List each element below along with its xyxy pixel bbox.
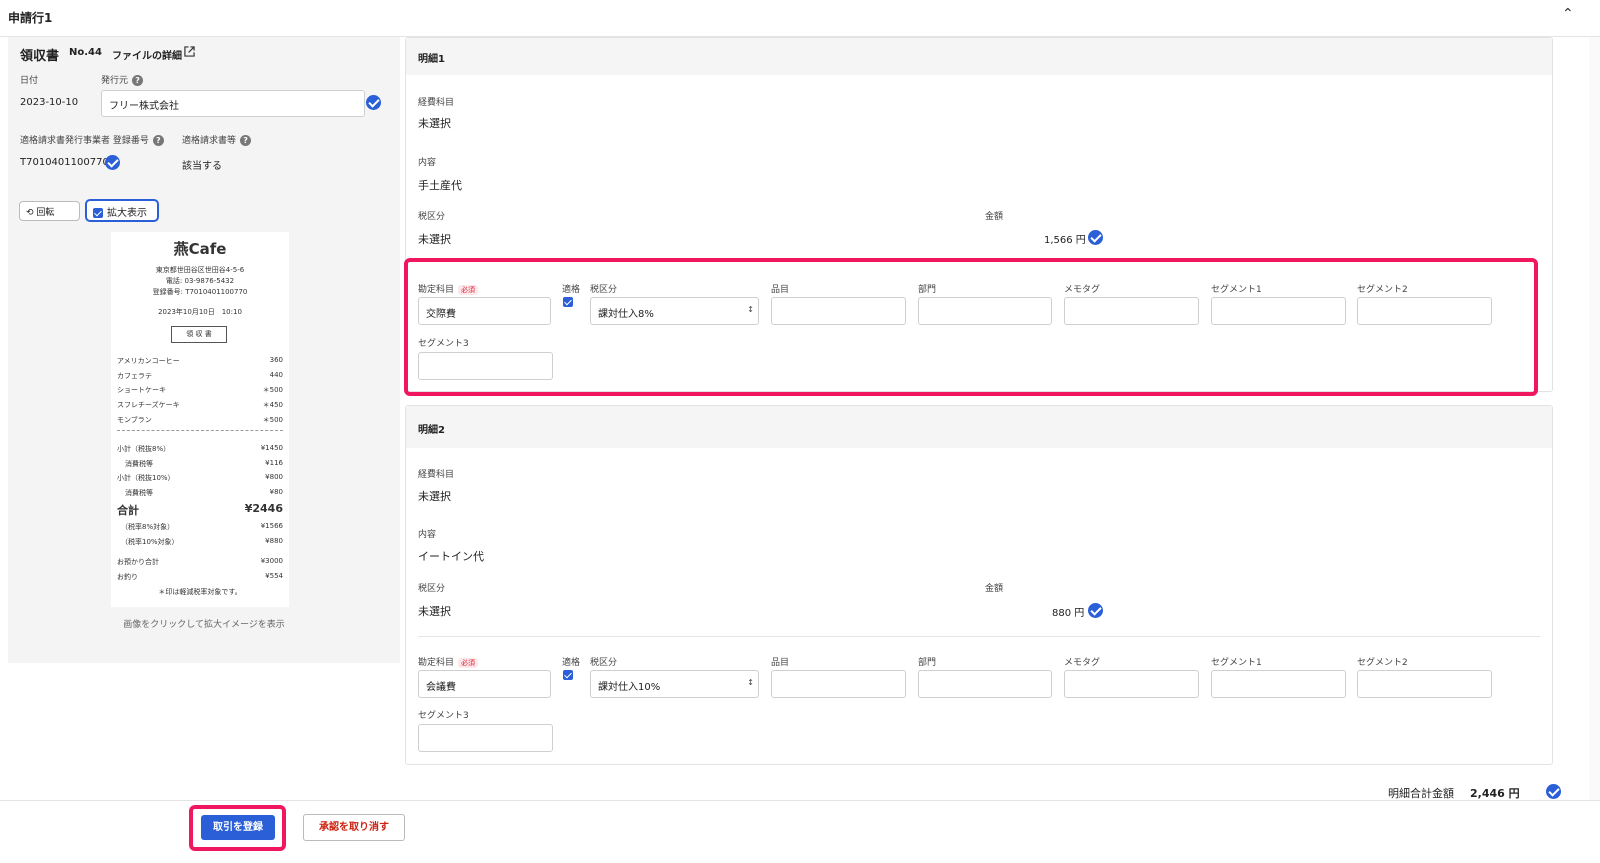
store-address: 東京都世田谷区世田谷4-5-6 (155, 266, 245, 274)
highlight-frame (404, 258, 1538, 396)
verified-check-icon (1546, 784, 1561, 799)
qualified-invoice-value: 該当する (182, 161, 222, 172)
help-icon: ? (132, 75, 144, 86)
seg2-input[interactable] (1357, 670, 1492, 698)
account-label: 勘定科目 必須 (418, 655, 479, 668)
receipt-datetime: 2023年10月10日 10:10 (158, 308, 242, 316)
item-label: 品目 (771, 658, 790, 668)
expense-label: 経費科目 (418, 98, 455, 108)
list-item: モンブラン ＊500 (117, 416, 283, 424)
rate-8-target: （税率8%対象） ¥1566 (121, 522, 283, 531)
rotate-icon: ⟲ (26, 208, 37, 218)
tax-value: 未選択 (418, 605, 451, 618)
section-header: 申請行1 ⌃ (0, 0, 1600, 37)
receipt-image[interactable]: 燕Cafe 東京都世田谷区世田谷4-5-6 電話: 03-9876-5432 登… (111, 232, 289, 607)
store-phone: 電話: 03-9876-5432 (165, 277, 235, 285)
store-reg: 登録番号: T7010401100770 (152, 288, 248, 296)
memo-input[interactable] (1064, 670, 1199, 698)
issuer-label: 発行元? (101, 73, 144, 86)
account-input[interactable]: 会議費 (418, 670, 551, 698)
content-label: 内容 (418, 530, 437, 540)
tax-label: 税区分 (418, 212, 446, 222)
dept-input[interactable] (918, 670, 1052, 698)
image-caption: 画像をクリックして拡大イメージを表示 (123, 620, 285, 630)
verified-check-icon (1088, 603, 1103, 618)
tax-10: 消費税等 ¥80 (125, 488, 283, 497)
store-name: 燕Cafe (173, 240, 227, 258)
help-icon: ? (152, 135, 164, 146)
seg1-input[interactable] (1211, 670, 1346, 698)
receipt-divider (117, 430, 283, 431)
file-detail-link[interactable]: ファイルの詳細 (112, 47, 182, 62)
tax-note: ＊印は軽減税率対象です。 (158, 588, 242, 596)
subtotal-8: 小計（税抜8%） ¥1450 (117, 444, 283, 453)
amount-value: 1,566 円 (1044, 235, 1086, 246)
subtotal-10: 小計（税抜10%） ¥800 (117, 473, 283, 482)
content-value: イートイン代 (418, 550, 484, 563)
divider (418, 636, 1540, 637)
detail-header: 明細2 (406, 406, 1552, 448)
verified-check-icon (105, 155, 120, 170)
taxcat-label: 税区分 (590, 658, 618, 668)
section-title: 申請行1 (8, 11, 53, 25)
rotate-button[interactable]: ⟲ 回転 (19, 201, 80, 221)
paid-total: お預かり合計 ¥3000 (117, 557, 283, 566)
expense-value: 未選択 (418, 490, 451, 503)
doc-number: No.44 (69, 47, 102, 58)
detail-header: 明細1 (406, 38, 1552, 75)
qualified-label: 適格 (562, 658, 581, 668)
external-link-icon[interactable] (184, 46, 195, 57)
detail-card-2: 明細2 経費科目 未選択 内容 イートイン代 税区分 未選択 金額 880 円 … (405, 405, 1553, 765)
scrollbar[interactable] (1589, 37, 1600, 800)
receipt-panel: 領収書 No.44 ファイルの詳細 日付 発行元? 2023-10-10 フリー… (8, 37, 400, 663)
registration-no-value: T7010401100770 (20, 157, 109, 168)
detail-title: 明細1 (418, 54, 445, 65)
expense-label: 経費科目 (418, 470, 455, 480)
list-item: ショートケーキ ＊500 (117, 386, 283, 394)
expense-value: 未選択 (418, 117, 451, 130)
qualified-checkbox[interactable] (563, 670, 573, 680)
date-value: 2023-10-10 (20, 97, 79, 108)
content-label: 内容 (418, 158, 437, 168)
amount-value: 880 円 (1052, 608, 1085, 619)
amount-label: 金額 (985, 584, 1004, 594)
seg1-label: セグメント1 (1211, 658, 1262, 668)
rate-10-target: （税率10%対象） ¥880 (121, 537, 283, 546)
highlight-frame (189, 805, 286, 851)
tax-8: 消費税等 ¥116 (125, 459, 283, 468)
seg3-input[interactable] (418, 724, 553, 752)
date-label: 日付 (20, 76, 39, 86)
taxcat-select[interactable]: 課対仕入10% (590, 670, 759, 698)
doc-type: 領収書 (20, 49, 60, 64)
dept-label: 部門 (918, 658, 937, 668)
receipt-total: 合計 ¥2446 (117, 502, 283, 517)
seg3-label: セグメント3 (418, 711, 469, 721)
registration-no-label: 適格請求書発行事業者 登録番号? (20, 133, 164, 146)
cancel-approval-button[interactable]: 承認を取り消す (303, 814, 405, 841)
qualified-invoice-label: 適格請求書等? (182, 133, 252, 146)
item-input[interactable] (771, 670, 906, 698)
help-icon: ? (240, 135, 252, 146)
chevron-up-icon[interactable]: ⌃ (1562, 6, 1574, 22)
amount-label: 金額 (985, 212, 1004, 222)
list-item: カフェラテ 440 (117, 371, 283, 380)
content-value: 手土産代 (418, 179, 462, 192)
zoom-toggle[interactable]: 拡大表示 (85, 199, 159, 222)
seg2-label: セグメント2 (1357, 658, 1408, 668)
verified-check-icon (366, 95, 381, 110)
tax-value: 未選択 (418, 233, 451, 246)
receipt-box-label: 領 収 書 (171, 326, 227, 343)
memo-label: メモタグ (1064, 658, 1101, 668)
issuer-input[interactable]: フリー株式会社 (101, 90, 365, 117)
detail-total-value: 2,446 円 (1470, 787, 1520, 800)
required-badge: 必須 (458, 658, 479, 668)
list-item: スフレチーズケーキ ＊450 (117, 401, 283, 409)
detail-total-label: 明細合計金額 (1388, 787, 1454, 800)
detail-title: 明細2 (418, 425, 445, 436)
tax-label: 税区分 (418, 584, 446, 594)
change: お釣り ¥554 (117, 572, 283, 581)
checkbox-icon (93, 208, 103, 218)
verified-check-icon (1088, 230, 1103, 245)
list-item: アメリカンコーヒー 360 (117, 356, 283, 365)
